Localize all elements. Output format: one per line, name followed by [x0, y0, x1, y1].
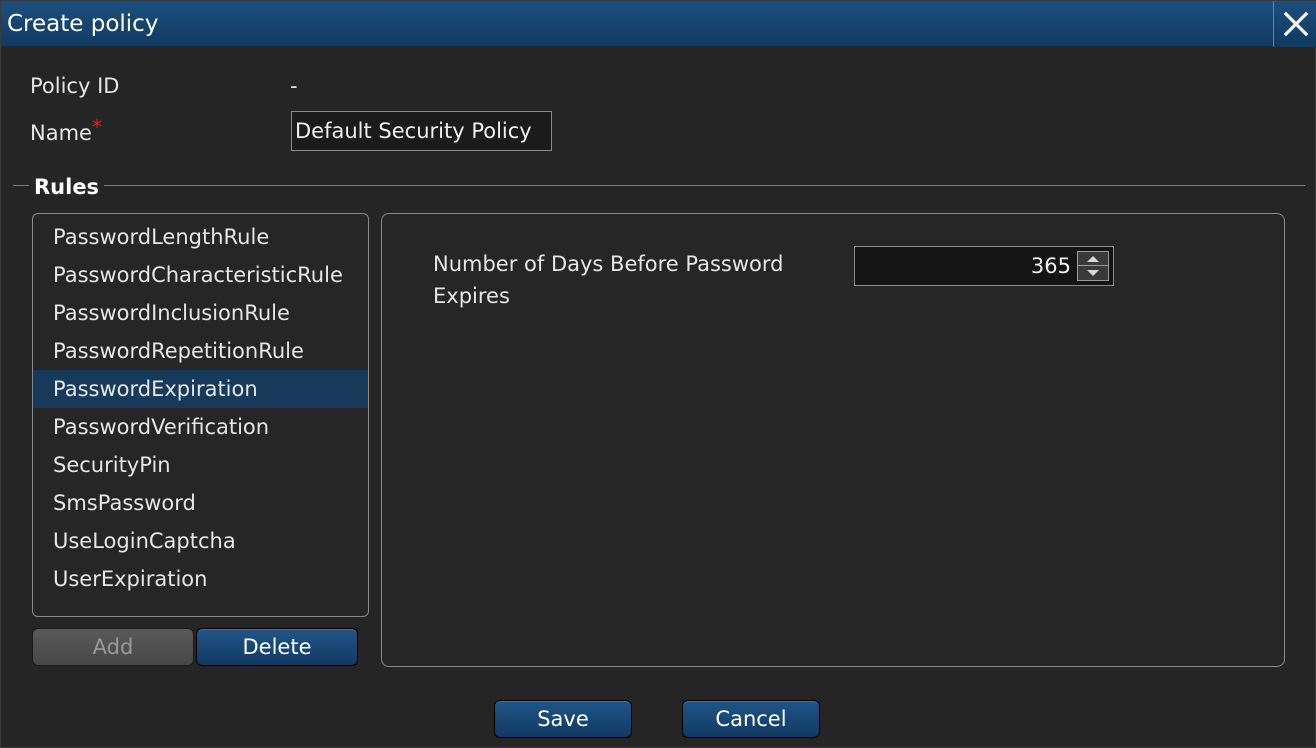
rules-divider [13, 185, 1305, 186]
policy-id-label: Policy ID [30, 74, 120, 98]
rule-item[interactable]: PasswordLengthRule [33, 218, 368, 256]
name-input[interactable] [291, 111, 552, 151]
cancel-button[interactable]: Cancel [682, 700, 820, 738]
rule-item[interactable]: PasswordInclusionRule [33, 294, 368, 332]
name-label: Name* [30, 115, 102, 145]
stepper-buttons [1077, 251, 1109, 281]
days-stepper[interactable]: 365 [854, 246, 1114, 286]
rules-legend: Rules [29, 175, 105, 199]
title-bar[interactable]: Create policy [1, 1, 1316, 47]
rule-item[interactable]: UserExpiration [33, 560, 368, 598]
delete-rule-button[interactable]: Delete [196, 628, 358, 666]
days-before-expiry-label: Number of Days Before Password Expires [433, 252, 784, 308]
days-value[interactable]: 365 [1031, 247, 1071, 285]
required-marker: * [91, 115, 102, 139]
stepper-down-button[interactable] [1078, 266, 1108, 280]
arrow-down-icon [1087, 270, 1099, 276]
policy-id-value: - [290, 74, 298, 98]
close-button[interactable] [1273, 1, 1316, 47]
rule-item[interactable]: SecurityPin [33, 446, 368, 484]
dialog-title: Create policy [7, 11, 159, 37]
rule-detail-panel: Number of Days Before Password Expires 3… [381, 213, 1285, 667]
rule-item[interactable]: PasswordVerification [33, 408, 368, 446]
rule-item[interactable]: PasswordCharacteristicRule [33, 256, 368, 294]
rule-item[interactable]: SmsPassword [33, 484, 368, 522]
rule-item-selected[interactable]: PasswordExpiration [33, 370, 368, 408]
add-rule-button[interactable]: Add [32, 628, 194, 666]
name-label-text: Name [30, 121, 92, 145]
save-button[interactable]: Save [494, 700, 632, 738]
rule-item[interactable]: UseLoginCaptcha [33, 522, 368, 560]
close-icon [1283, 11, 1308, 37]
create-policy-dialog: Create policy Policy ID - Name* Rules Pa… [0, 0, 1316, 748]
stepper-up-button[interactable] [1078, 252, 1108, 266]
arrow-up-icon [1087, 255, 1099, 262]
rule-list[interactable]: PasswordLengthRule PasswordCharacteristi… [32, 213, 369, 617]
rule-item[interactable]: PasswordRepetitionRule [33, 332, 368, 370]
